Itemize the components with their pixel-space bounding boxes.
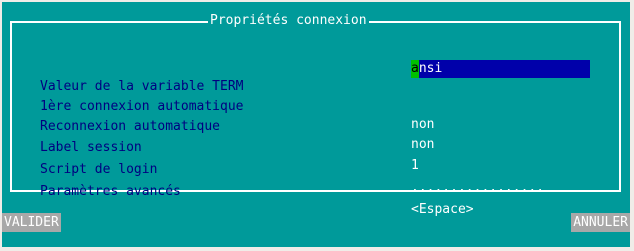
cancel-button[interactable]: ANNULER (571, 213, 630, 232)
term-input[interactable]: ansi (411, 60, 590, 78)
setting-row-first-connection[interactable]: 1ère connexion automatique non (2, 80, 630, 132)
term-input-rest: nsi (418, 61, 443, 76)
term-input-cursor-char: a (411, 61, 419, 76)
setting-value-advanced[interactable]: <Espace> (411, 201, 474, 219)
terminal-screen: Propriétés connexion Valeur de la variab… (2, 2, 630, 247)
setting-row-login-script[interactable]: Script de login ................. (2, 143, 630, 195)
validate-button[interactable]: VALIDER (2, 213, 61, 232)
dialog-title: Propriétés connexion (208, 11, 369, 30)
setting-row-advanced[interactable]: Paramètres avancés <Espace> (2, 165, 630, 217)
setting-row-reconnection[interactable]: Reconnexion automatique non (2, 100, 630, 152)
setting-row-session-label[interactable]: Label session 1 (2, 121, 630, 173)
setting-row-term: Valeur de la variable TERM ansi (2, 60, 630, 94)
setting-label-advanced: Paramètres avancés (40, 184, 181, 199)
